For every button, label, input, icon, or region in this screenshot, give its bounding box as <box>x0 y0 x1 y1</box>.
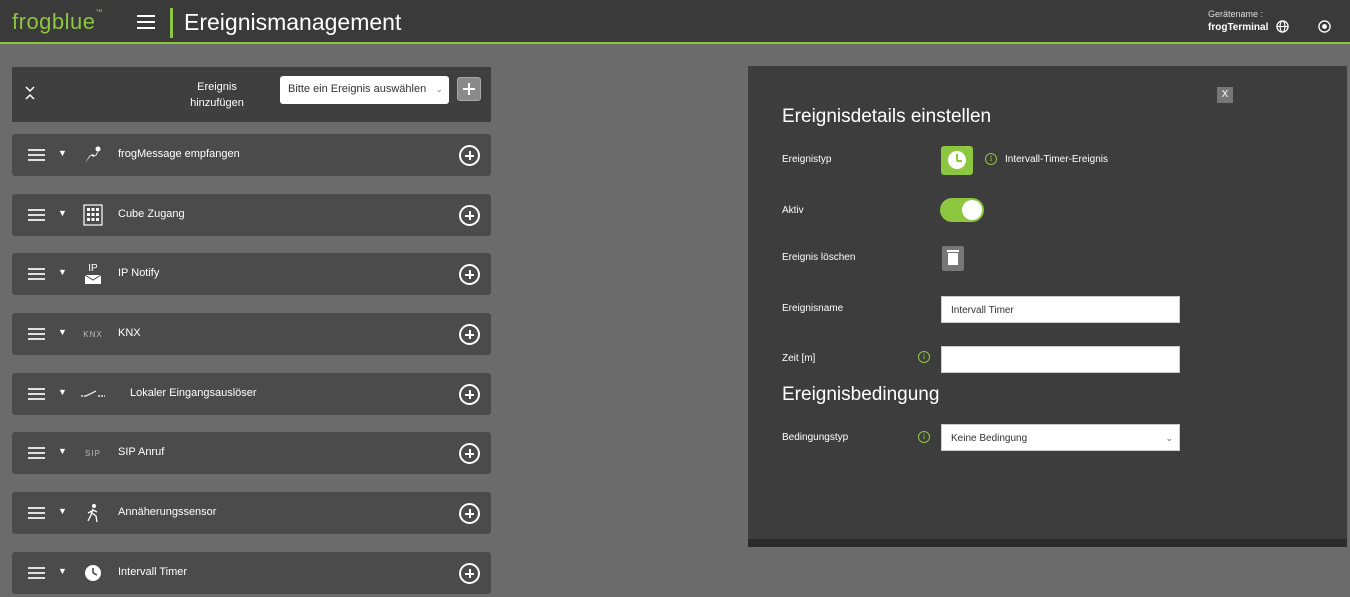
device-info: Gerätename : frogTerminal <box>1208 8 1268 34</box>
info-icon[interactable]: i <box>918 431 930 443</box>
event-row-sip-anruf[interactable]: ▼ SIP SIP Anruf <box>12 432 491 474</box>
add-circle-icon[interactable] <box>459 503 480 524</box>
add-circle-icon[interactable] <box>459 384 480 405</box>
globe-icon[interactable] <box>1276 20 1289 33</box>
expand-caret-icon[interactable]: ▼ <box>58 327 67 337</box>
switch-icon <box>80 381 106 407</box>
condition-type-label: Bedingungstyp <box>782 432 849 443</box>
event-row-frogmessage[interactable]: ▼ frogMessage empfangen <box>12 134 491 176</box>
trash-icon[interactable] <box>942 246 964 271</box>
event-label: Intervall Timer <box>118 566 188 578</box>
chevron-down-icon: ⌄ <box>435 84 443 94</box>
frogmessage-icon <box>80 142 106 168</box>
drag-handle-icon[interactable] <box>28 567 45 579</box>
expand-caret-icon[interactable]: ▼ <box>58 446 67 456</box>
expand-caret-icon[interactable]: ▼ <box>58 387 67 397</box>
keypad-icon <box>80 202 106 228</box>
sip-icon: SIP <box>85 448 101 458</box>
ip-notify-icon: IP <box>80 261 106 287</box>
add-circle-icon[interactable] <box>459 443 480 464</box>
top-bar: frogblue™ Ereignismanagement Gerätename … <box>0 0 1350 44</box>
drag-handle-icon[interactable] <box>28 209 45 221</box>
knx-icon: KNX <box>83 329 103 339</box>
info-icon[interactable]: i <box>985 153 997 165</box>
add-circle-icon[interactable] <box>459 264 480 285</box>
expand-caret-icon[interactable]: ▼ <box>58 506 67 516</box>
drag-handle-icon[interactable] <box>28 507 45 519</box>
condition-title: Ereignisbedingung <box>782 384 940 405</box>
time-field[interactable] <box>941 346 1180 373</box>
event-label: SIP Anruf <box>118 446 165 458</box>
drag-handle-icon[interactable] <box>28 268 45 280</box>
time-label: Zeit [m] <box>782 353 816 364</box>
delete-event-label: Ereignis löschen <box>782 252 856 263</box>
details-title: Ereignisdetails einstellen <box>782 106 992 127</box>
event-label: Lokaler Eingangsauslöser <box>130 387 257 399</box>
add-circle-icon[interactable] <box>459 205 480 226</box>
event-row-knx[interactable]: ▼ KNX KNX <box>12 313 491 355</box>
event-row-cube-zugang[interactable]: ▼ Cube Zugang <box>12 194 491 236</box>
drag-handle-icon[interactable] <box>28 447 45 459</box>
timer-type-icon <box>941 146 973 175</box>
add-event-label: Ereignis hinzufügen <box>190 81 244 109</box>
event-label: KNX <box>118 327 141 339</box>
active-toggle[interactable] <box>940 198 984 222</box>
add-circle-icon[interactable] <box>459 563 480 584</box>
close-button[interactable]: X <box>1217 87 1233 103</box>
clock-icon <box>80 560 106 586</box>
event-label: Annäherungssensor <box>118 506 217 518</box>
event-type-select[interactable]: Bitte ein Ereignis auswählen ⌄ <box>280 76 449 104</box>
power-icon[interactable] <box>1318 20 1331 33</box>
title-separator <box>170 8 173 38</box>
collapse-icon[interactable] <box>24 84 36 104</box>
event-label: frogMessage empfangen <box>118 148 240 160</box>
device-name: frogTerminal <box>1208 22 1269 33</box>
event-label: IP Notify <box>118 267 160 279</box>
add-circle-icon[interactable] <box>459 145 480 166</box>
chevron-down-icon: ⌄ <box>1165 433 1173 443</box>
drag-handle-icon[interactable] <box>28 388 45 400</box>
walking-person-icon <box>80 500 106 526</box>
active-label: Aktiv <box>782 205 804 216</box>
condition-type-select[interactable]: Keine Bedingung ⌄ <box>941 424 1180 451</box>
expand-caret-icon[interactable]: ▼ <box>58 267 67 277</box>
add-event-header: Ereignis hinzufügen Bitte ein Ereignis au… <box>12 67 491 122</box>
event-type-label: Ereignistyp <box>782 154 832 165</box>
event-row-lokaler-eingang[interactable]: ▼ Lokaler Eingangsauslöser <box>12 373 491 415</box>
event-label: Cube Zugang <box>118 208 185 220</box>
menu-icon[interactable] <box>137 15 155 29</box>
device-name-label: Gerätename : <box>1208 9 1264 19</box>
page-title: Ereignismanagement <box>184 9 402 35</box>
event-row-annaeherung[interactable]: ▼ Annäherungssensor <box>12 492 491 534</box>
event-name-label: Ereignisname <box>782 303 844 314</box>
expand-caret-icon[interactable]: ▼ <box>58 208 67 218</box>
add-circle-icon[interactable] <box>459 324 480 345</box>
expand-caret-icon[interactable]: ▼ <box>58 148 67 158</box>
event-name-field[interactable]: Intervall Timer <box>941 296 1180 323</box>
event-type-value: Intervall-Timer-Ereignis <box>1005 154 1108 165</box>
frogblue-logo[interactable]: frogblue™ <box>12 9 103 35</box>
info-icon[interactable]: i <box>918 351 930 363</box>
drag-handle-icon[interactable] <box>28 149 45 161</box>
expand-caret-icon[interactable]: ▼ <box>58 566 67 576</box>
event-details-panel: X Ereignisdetails einstellen Ereignistyp… <box>748 66 1347 547</box>
event-row-ip-notify[interactable]: ▼ IP IP Notify <box>12 253 491 295</box>
event-row-intervall-timer[interactable]: ▼ Intervall Timer <box>12 552 491 594</box>
add-event-button[interactable] <box>457 77 481 101</box>
drag-handle-icon[interactable] <box>28 328 45 340</box>
